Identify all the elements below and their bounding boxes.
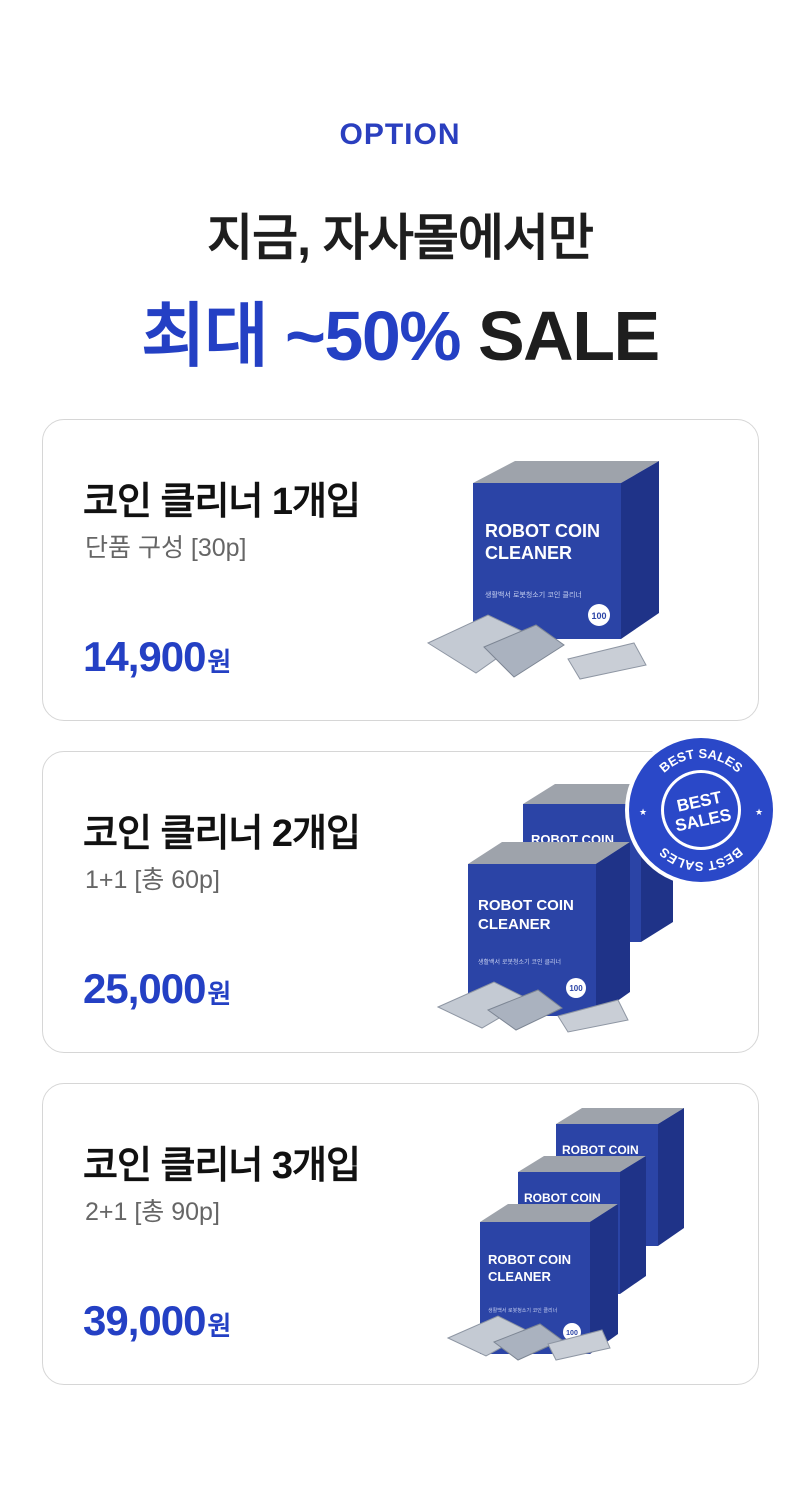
box-partial-text: ROBOT COIN — [562, 1143, 639, 1157]
box-text-line2: CLEANER — [478, 916, 551, 933]
price-value: 39,000 — [83, 1297, 206, 1344]
option-price: 39,000원 — [83, 1297, 231, 1345]
box-text-line1: ROBOT COIN — [488, 1252, 571, 1267]
option-title: 코인 클리너 2개입 — [83, 813, 361, 855]
option-title: 코인 클리너 1개입 — [83, 481, 361, 523]
box-text-line3: 생활백서 로봇청소기 코인 클리너 — [488, 1307, 557, 1314]
sale-headline: 최대 ~50% SALE — [0, 280, 800, 381]
box-text-line2: CLEANER — [485, 543, 572, 563]
option-price: 25,000원 — [83, 965, 231, 1013]
box-seal: 100 — [569, 984, 583, 993]
option-subtitle: 1+1 [총 60p] — [85, 866, 220, 894]
box-text-line2: CLEANER — [488, 1269, 551, 1284]
badge-star-right: ★ — [755, 807, 763, 817]
option-price: 14,900원 — [83, 633, 231, 681]
price-value: 14,900 — [83, 633, 206, 680]
option-card-2[interactable]: 코인 클리너 2개입 1+1 [총 60p] 25,000원 ROBOT COI… — [42, 734, 777, 1053]
box-text-line1: ROBOT COIN — [485, 521, 600, 541]
product-image-three-tins: ROBOT COIN ROBOT COIN ROBOT COIN CLEANER… — [446, 1108, 684, 1361]
best-sales-badge: BEST SALES BEST SALES BEST SALES ★ ★ — [625, 734, 777, 886]
price-unit: 원 — [207, 1311, 231, 1341]
box-seal: 100 — [566, 1330, 578, 1337]
box-seal: 100 — [591, 611, 606, 621]
box-text-line3: 생활백서 로봇청소기 코인 클리너 — [485, 590, 582, 599]
section-eyebrow: OPTION — [339, 118, 461, 151]
price-value: 25,000 — [83, 965, 206, 1012]
box-text-line1: ROBOT COIN — [478, 897, 574, 914]
price-unit: 원 — [207, 979, 231, 1009]
box-text-line3: 생활백서 로봇청소기 코인 클리너 — [478, 958, 561, 966]
option-subtitle: 2+1 [총 90p] — [85, 1198, 220, 1226]
box-partial-text: ROBOT COIN — [524, 1191, 601, 1205]
option-card-1[interactable]: 코인 클리너 1개입 단품 구성 [30p] 14,900원 ROBOT COI… — [42, 419, 759, 721]
product-image-single-tin: ROBOT COIN CLEANER 생활백서 로봇청소기 코인 클리너 100 — [426, 461, 659, 680]
option-subtitle: 단품 구성 [30p] — [85, 534, 247, 562]
option-page: OPTION 지금, 자사몰에서만 최대 ~50% SALE 코인 클리너 1개… — [0, 0, 800, 1502]
sale-accent-text: 최대 ~50% — [141, 297, 461, 375]
price-unit: 원 — [207, 647, 231, 677]
sale-text: SALE — [477, 297, 660, 375]
option-title: 코인 클리너 3개입 — [83, 1145, 361, 1187]
option-card-3[interactable]: 코인 클리너 3개입 2+1 [총 90p] 39,000원 ROBOT COI… — [42, 1083, 759, 1385]
badge-star-left: ★ — [639, 807, 647, 817]
page-headline: 지금, 자사몰에서만 — [207, 210, 594, 266]
